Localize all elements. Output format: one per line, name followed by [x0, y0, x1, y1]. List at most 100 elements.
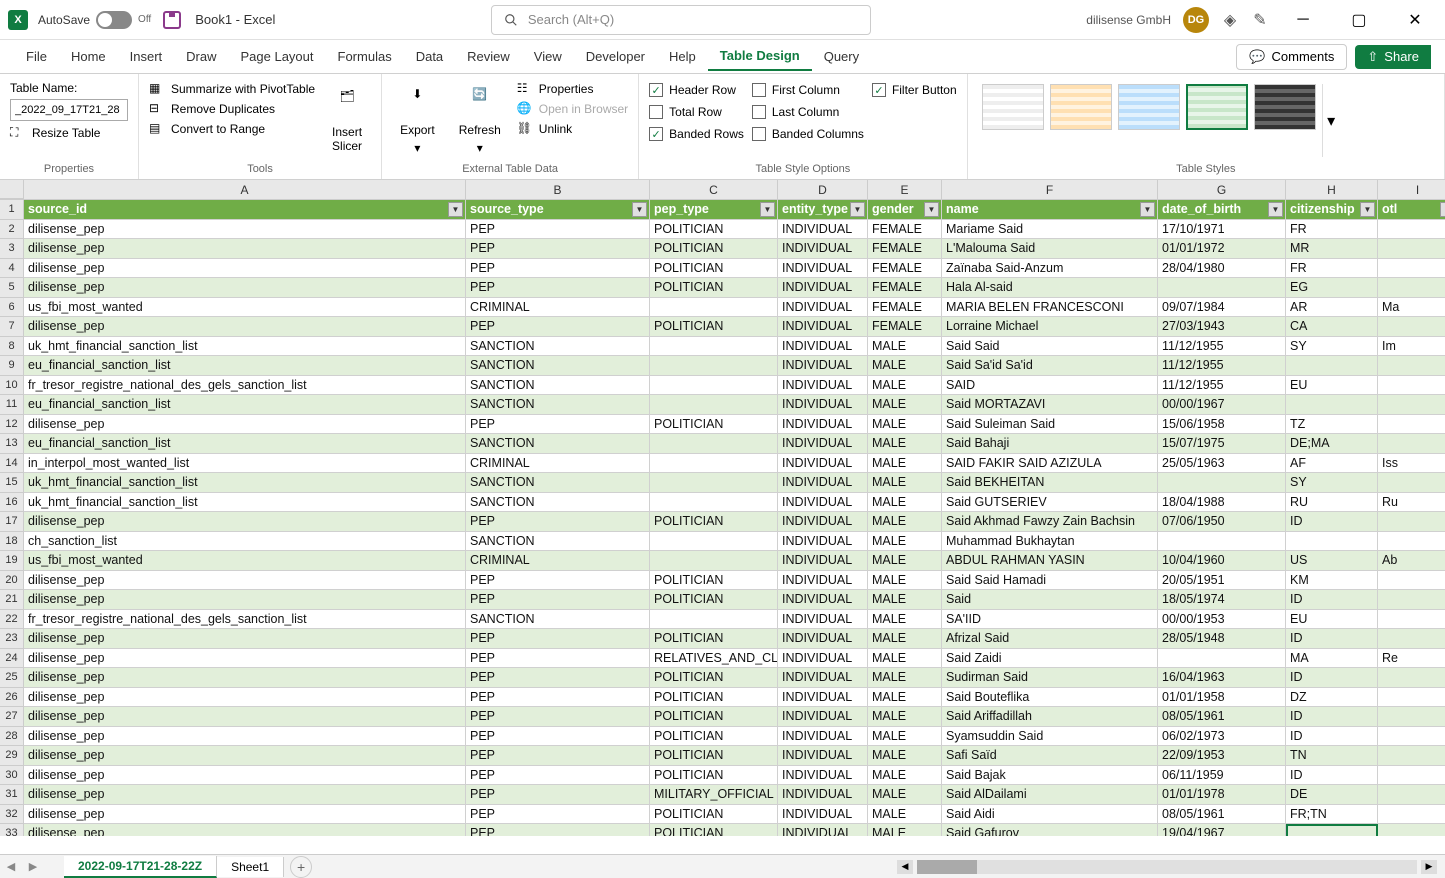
cell[interactable]: INDIVIDUAL: [778, 727, 868, 747]
cell[interactable]: INDIVIDUAL: [778, 473, 868, 493]
cell[interactable]: [1378, 512, 1445, 532]
cell[interactable]: [1158, 473, 1286, 493]
row-header[interactable]: 25: [0, 668, 24, 688]
cell[interactable]: dilisense_pep: [24, 512, 466, 532]
cell[interactable]: Said GUTSERIEV: [942, 493, 1158, 513]
cell[interactable]: [1378, 259, 1445, 279]
cell[interactable]: Said Sa'id Sa'id: [942, 356, 1158, 376]
spreadsheet-grid[interactable]: ABCDEFGHI 1source_id▼source_type▼pep_typ…: [0, 180, 1445, 836]
cell[interactable]: [650, 532, 778, 552]
cell[interactable]: 11/12/1955: [1158, 356, 1286, 376]
cell[interactable]: 10/04/1960: [1158, 551, 1286, 571]
cell[interactable]: dilisense_pep: [24, 415, 466, 435]
save-icon[interactable]: [163, 11, 181, 29]
close-button[interactable]: ✕: [1393, 0, 1437, 40]
cell[interactable]: ID: [1286, 707, 1378, 727]
cell[interactable]: [650, 610, 778, 630]
cell[interactable]: RU: [1286, 493, 1378, 513]
cell[interactable]: INDIVIDUAL: [778, 668, 868, 688]
table-header-date_of_birth[interactable]: date_of_birth▼: [1158, 200, 1286, 220]
column-header-B[interactable]: B: [466, 180, 650, 199]
tab-query[interactable]: Query: [812, 43, 871, 70]
cell[interactable]: 18/05/1974: [1158, 590, 1286, 610]
cell[interactable]: 15/06/1958: [1158, 415, 1286, 435]
maximize-button[interactable]: ▢: [1337, 0, 1381, 40]
cell[interactable]: PEP: [466, 727, 650, 747]
minimize-button[interactable]: ─: [1281, 0, 1325, 40]
column-header-C[interactable]: C: [650, 180, 778, 199]
cell[interactable]: [1378, 805, 1445, 825]
table-header-otl[interactable]: otl▼: [1378, 200, 1445, 220]
cell[interactable]: FR: [1286, 259, 1378, 279]
cell[interactable]: INDIVIDUAL: [778, 629, 868, 649]
cell[interactable]: DE: [1286, 785, 1378, 805]
pen-icon[interactable]: ✎: [1251, 11, 1269, 29]
row-header[interactable]: 31: [0, 785, 24, 805]
table-header-gender[interactable]: gender▼: [868, 200, 942, 220]
cell[interactable]: SANCTION: [466, 337, 650, 357]
cell[interactable]: INDIVIDUAL: [778, 356, 868, 376]
cell[interactable]: INDIVIDUAL: [778, 493, 868, 513]
filter-dropdown-icon[interactable]: ▼: [760, 202, 775, 217]
cell[interactable]: [1378, 571, 1445, 591]
cell[interactable]: TN: [1286, 746, 1378, 766]
cell[interactable]: Ru: [1378, 493, 1445, 513]
cell[interactable]: [1378, 532, 1445, 552]
cell[interactable]: [1378, 707, 1445, 727]
style-swatch-orange[interactable]: [1050, 84, 1112, 130]
filter-dropdown-icon[interactable]: ▼: [1268, 202, 1283, 217]
tab-data[interactable]: Data: [404, 43, 455, 70]
cell[interactable]: INDIVIDUAL: [778, 395, 868, 415]
cell[interactable]: MALE: [868, 629, 942, 649]
cell[interactable]: [1286, 824, 1378, 836]
cell[interactable]: PEP: [466, 805, 650, 825]
cell[interactable]: PEP: [466, 688, 650, 708]
filter-dropdown-icon[interactable]: ▼: [632, 202, 647, 217]
cell[interactable]: 08/05/1961: [1158, 805, 1286, 825]
cell[interactable]: POLITICIAN: [650, 259, 778, 279]
cell[interactable]: 20/05/1951: [1158, 571, 1286, 591]
cell[interactable]: POLITICIAN: [650, 824, 778, 836]
cell[interactable]: dilisense_pep: [24, 239, 466, 259]
cell[interactable]: [1378, 376, 1445, 396]
cell[interactable]: SANCTION: [466, 395, 650, 415]
cell[interactable]: dilisense_pep: [24, 278, 466, 298]
cell[interactable]: [1158, 649, 1286, 669]
cell[interactable]: INDIVIDUAL: [778, 532, 868, 552]
cell[interactable]: INDIVIDUAL: [778, 298, 868, 318]
cell[interactable]: ID: [1286, 512, 1378, 532]
cell[interactable]: ch_sanction_list: [24, 532, 466, 552]
unlink-button[interactable]: ⛓Unlink: [517, 120, 628, 138]
cell[interactable]: Said Bahaji: [942, 434, 1158, 454]
cell[interactable]: [1158, 532, 1286, 552]
refresh-button[interactable]: 🔄Refresh▾: [451, 80, 509, 161]
filter-dropdown-icon[interactable]: ▼: [1440, 202, 1445, 217]
table-header-source_type[interactable]: source_type▼: [466, 200, 650, 220]
row-header[interactable]: 10: [0, 376, 24, 396]
cell[interactable]: dilisense_pep: [24, 590, 466, 610]
cell[interactable]: EG: [1286, 278, 1378, 298]
cell[interactable]: MILITARY_OFFICIAL: [650, 785, 778, 805]
row-header[interactable]: 13: [0, 434, 24, 454]
cell[interactable]: [1378, 590, 1445, 610]
cell[interactable]: TZ: [1286, 415, 1378, 435]
cell[interactable]: Syamsuddin Said: [942, 727, 1158, 747]
filter-dropdown-icon[interactable]: ▼: [924, 202, 939, 217]
cell[interactable]: INDIVIDUAL: [778, 512, 868, 532]
cell[interactable]: Said Zaidi: [942, 649, 1158, 669]
cell[interactable]: FEMALE: [868, 298, 942, 318]
cell[interactable]: SANCTION: [466, 376, 650, 396]
cell[interactable]: POLITICIAN: [650, 688, 778, 708]
cell[interactable]: Said Bouteflika: [942, 688, 1158, 708]
cell[interactable]: [650, 376, 778, 396]
cell[interactable]: FR;TN: [1286, 805, 1378, 825]
tab-review[interactable]: Review: [455, 43, 522, 70]
cell[interactable]: MALE: [868, 512, 942, 532]
cell[interactable]: dilisense_pep: [24, 688, 466, 708]
cell[interactable]: PEP: [466, 317, 650, 337]
cell[interactable]: Ma: [1378, 298, 1445, 318]
cell[interactable]: AR: [1286, 298, 1378, 318]
cell[interactable]: [650, 298, 778, 318]
cell[interactable]: INDIVIDUAL: [778, 259, 868, 279]
cell[interactable]: 11/12/1955: [1158, 376, 1286, 396]
